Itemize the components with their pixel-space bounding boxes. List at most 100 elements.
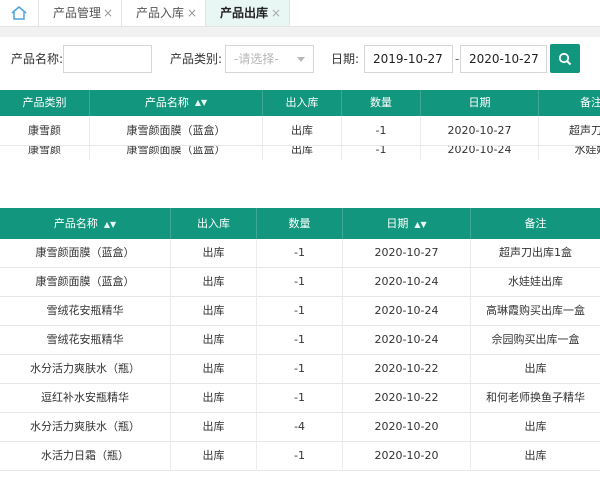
cell-product-name: 水分活力爽肤水（瓶）: [0, 413, 171, 442]
cell-quantity: -1: [257, 355, 343, 384]
product-category-label: 产品类别:: [170, 52, 223, 66]
cell-date: 2020-10-24: [421, 146, 539, 160]
product-name-input[interactable]: [63, 45, 152, 73]
cell-remark: 水娃娃: [574, 146, 600, 156]
sort-icon[interactable]: ▲▼: [104, 209, 116, 240]
cell-in-out: 出库: [171, 442, 257, 471]
table-row[interactable]: 水分活力爽肤水（瓶） 出库 -4 2020-10-20 出库: [0, 413, 600, 442]
column-header-in-out[interactable]: 出入库: [171, 208, 257, 239]
column-header-remark[interactable]: 备注: [539, 90, 600, 116]
cell-product-name: 水分活力爽肤水（瓶）: [0, 355, 171, 384]
cell-remark: 高琳霞购买出库一盒: [486, 304, 585, 317]
cell-quantity: -1: [342, 146, 421, 160]
cell-in-out: 出库: [171, 413, 257, 442]
column-header-category[interactable]: 产品类别: [0, 90, 90, 116]
cell-quantity: -1: [257, 297, 343, 326]
cell-in-out: 出库: [171, 326, 257, 355]
table-header: 产品名称 ▲▼ 出入库 数量 日期 ▲▼ 备注: [0, 208, 600, 239]
table-row[interactable]: 逗红补水安瓶精华 出库 -1 2020-10-22 和何老师换鱼子精华: [0, 384, 600, 413]
column-header-date[interactable]: 日期 ▲▼: [343, 208, 471, 239]
cell-remark: 出库: [524, 449, 547, 462]
table-row[interactable]: 康雪颜面膜（蓝盒） 出库 -1 2020-10-24 水娃娃出库: [0, 268, 600, 297]
cell-in-out: 出库: [171, 355, 257, 384]
cell-product-name: 水活力日霜（瓶）: [0, 442, 171, 471]
cell-product-name: 康雪颜面膜（蓝盒）: [90, 116, 263, 145]
tab-product-inbound[interactable]: 产品入库 ×: [122, 0, 206, 26]
column-header-date[interactable]: 日期: [421, 90, 539, 116]
outbound-table-top: 产品类别 产品名称 ▲▼ 出入库 数量 日期 备注 康雪颜 康雪颜面膜（蓝盒） 出…: [0, 90, 600, 160]
close-icon[interactable]: ×: [103, 0, 113, 26]
cell-in-out: 出库: [171, 384, 257, 413]
close-icon[interactable]: ×: [187, 0, 197, 26]
cell-remark: 和何老师换鱼子精华: [486, 391, 585, 404]
cell-category: 康雪颜: [0, 116, 90, 145]
toolbar-separator: [0, 27, 600, 37]
cell-date: 2020-10-22: [343, 355, 471, 384]
product-category-select[interactable]: -请选择-: [225, 45, 314, 73]
cell-date: 2020-10-22: [343, 384, 471, 413]
cell-remark: 出库: [524, 362, 547, 375]
column-header-product-name[interactable]: 产品名称 ▲▼: [90, 90, 263, 116]
table-row[interactable]: 康雪颜 康雪颜面膜（蓝盒） 出库 -1 2020-10-27 超声刀出: [0, 116, 600, 145]
tab-label: 产品管理: [53, 6, 102, 20]
date-separator: -: [455, 52, 460, 66]
cell-quantity: -1: [257, 442, 343, 471]
tab-label: 产品入库: [136, 6, 185, 20]
cell-quantity: -1: [342, 116, 421, 145]
cell-quantity: -1: [257, 239, 343, 268]
column-header-in-out[interactable]: 出入库: [263, 90, 342, 116]
cell-date: 2020-10-24: [343, 268, 471, 297]
table-row[interactable]: 康雪颜面膜（蓝盒） 出库 -1 2020-10-27 超声刀出库1盒: [0, 239, 600, 268]
table-row[interactable]: 康雪颜 康雪颜面膜（蓝盒） 出库 -1 2020-10-24 水娃娃: [0, 146, 600, 160]
tab-label: 产品出库: [220, 6, 269, 20]
cell-in-out: 出库: [263, 146, 342, 160]
column-header-product-name[interactable]: 产品名称 ▲▼: [0, 208, 171, 239]
cell-quantity: -1: [257, 268, 343, 297]
cell-product-name: 康雪颜面膜（蓝盒）: [0, 239, 171, 268]
close-icon[interactable]: ×: [271, 0, 281, 26]
cell-quantity: -1: [257, 384, 343, 413]
cell-product-name: 康雪颜面膜（蓝盒）: [90, 146, 263, 160]
select-placeholder: -请选择-: [234, 52, 279, 66]
cell-remark: 超声刀出库1盒: [499, 246, 572, 259]
cell-remark: 超声刀出: [569, 124, 600, 137]
cell-product-name: 雪绒花安瓶精华: [0, 297, 171, 326]
cell-remark: 水娃娃出库: [508, 275, 563, 288]
search-button[interactable]: [550, 44, 580, 73]
column-header-quantity[interactable]: 数量: [342, 90, 421, 116]
table-row[interactable]: 水分活力爽肤水（瓶） 出库 -1 2020-10-22 出库: [0, 355, 600, 384]
home-tab[interactable]: [0, 0, 39, 26]
cell-date: 2020-10-27: [343, 239, 471, 268]
cell-date: 2020-10-20: [343, 442, 471, 471]
cell-date: 2020-10-24: [343, 297, 471, 326]
cell-date: 2020-10-27: [421, 116, 539, 145]
cell-product-name: 逗红补水安瓶精华: [0, 384, 171, 413]
table-header: 产品类别 产品名称 ▲▼ 出入库 数量 日期 备注: [0, 90, 600, 116]
cell-in-out: 出库: [171, 268, 257, 297]
cell-date: 2020-10-20: [343, 413, 471, 442]
cell-category: 康雪颜: [0, 146, 90, 160]
cell-in-out: 出库: [263, 116, 342, 145]
table-row[interactable]: 雪绒花安瓶精华 出库 -1 2020-10-24 高琳霞购买出库一盒: [0, 297, 600, 326]
sort-icon[interactable]: ▲▼: [195, 90, 207, 116]
cell-date: 2020-10-24: [343, 326, 471, 355]
column-header-remark[interactable]: 备注: [471, 208, 600, 239]
chevron-down-icon: [297, 57, 305, 62]
sort-icon[interactable]: ▲▼: [414, 209, 426, 240]
cell-in-out: 出库: [171, 239, 257, 268]
date-to-input[interactable]: 2020-10-27: [460, 45, 547, 73]
product-name-label: 产品名称:: [11, 52, 64, 66]
tab-product-outbound[interactable]: 产品出库 ×: [206, 0, 290, 26]
date-label: 日期:: [331, 52, 360, 66]
tab-product-management[interactable]: 产品管理 ×: [39, 0, 122, 26]
cell-remark: 佘园购买出库一盒: [491, 333, 580, 346]
column-header-quantity[interactable]: 数量: [257, 208, 343, 239]
tab-bar: 产品管理 × 产品入库 × 产品出库 ×: [0, 0, 600, 27]
cell-product-name: 雪绒花安瓶精华: [0, 326, 171, 355]
table-row[interactable]: 水活力日霜（瓶） 出库 -1 2020-10-20 出库: [0, 442, 600, 471]
search-icon: [558, 52, 572, 65]
home-icon: [11, 6, 27, 20]
table-row[interactable]: 雪绒花安瓶精华 出库 -1 2020-10-24 佘园购买出库一盒: [0, 326, 600, 355]
date-from-input[interactable]: 2019-10-27: [364, 45, 453, 73]
cell-product-name: 康雪颜面膜（蓝盒）: [0, 268, 171, 297]
